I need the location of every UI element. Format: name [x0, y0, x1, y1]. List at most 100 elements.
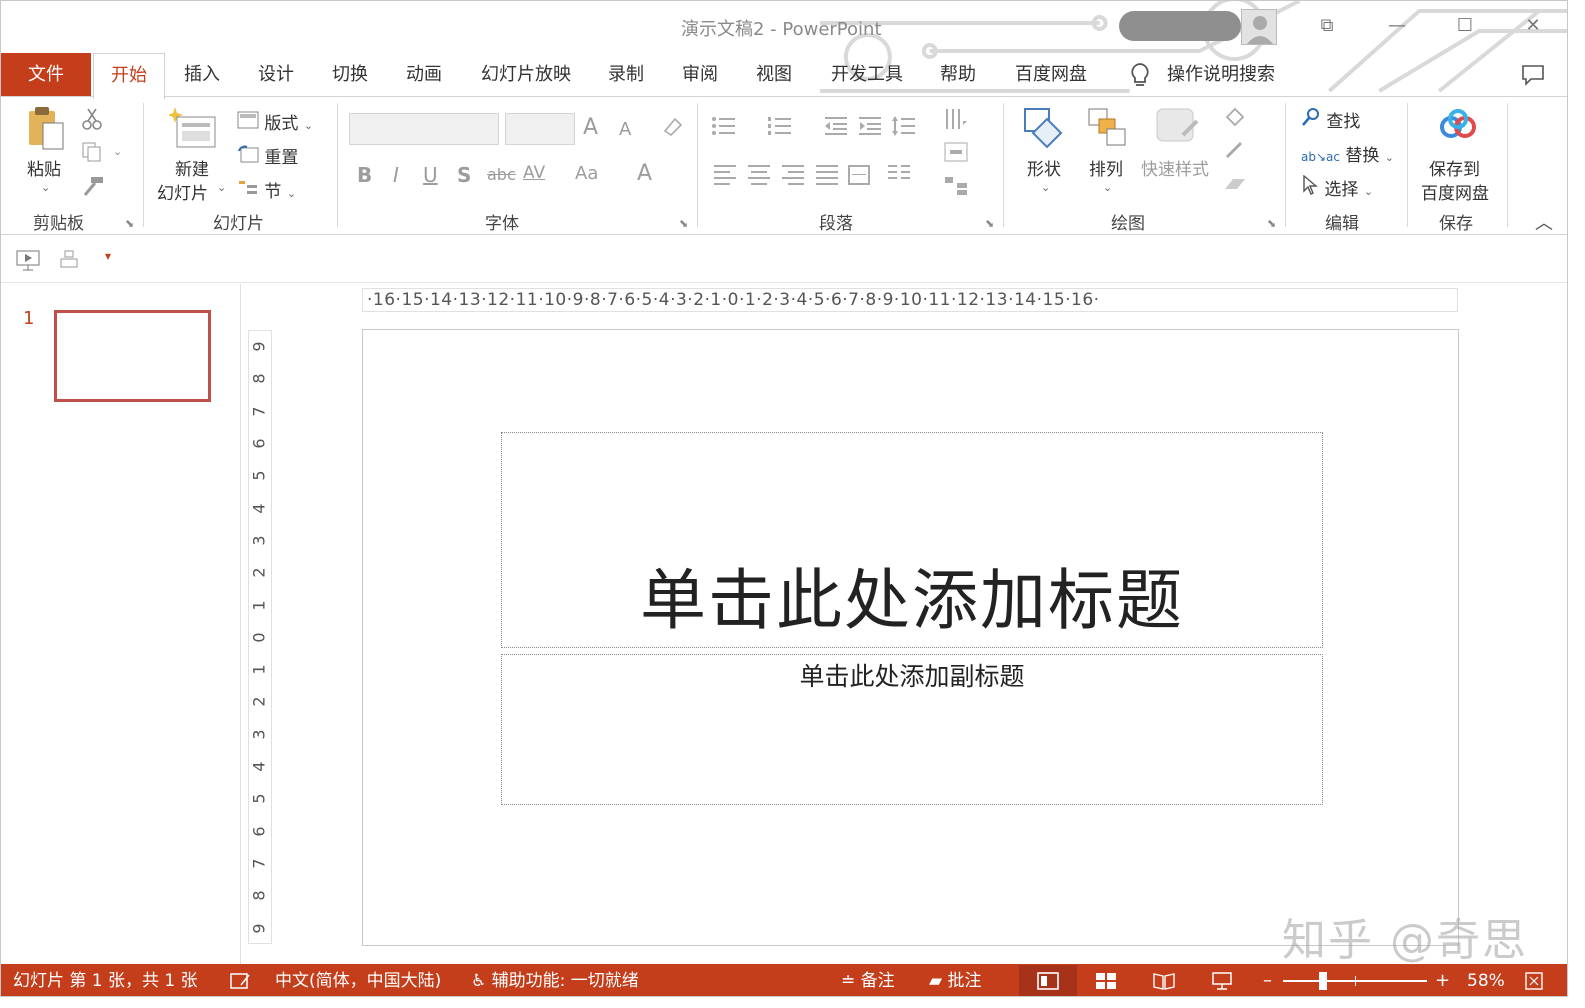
bullets-icon[interactable] — [711, 115, 737, 142]
paragraph-dialog-launcher-icon[interactable]: ⬊ — [985, 217, 994, 230]
collapse-ribbon-chevron-icon[interactable]: ︿ — [1535, 209, 1553, 235]
copy-icon[interactable] — [81, 141, 103, 168]
tab-design[interactable]: 设计 — [247, 53, 305, 97]
spell-check-icon[interactable] — [229, 964, 251, 996]
arrange-label[interactable]: 排列 — [1089, 155, 1123, 180]
shapes-label[interactable]: 形状 — [1027, 155, 1061, 180]
slide-sorter-view-button[interactable] — [1077, 965, 1135, 996]
tab-record[interactable]: 录制 — [597, 53, 655, 97]
slide-thumbnail[interactable] — [54, 310, 211, 402]
close-button[interactable]: ✕ — [1513, 11, 1553, 41]
font-color-button[interactable]: A — [637, 161, 652, 186]
normal-view-button[interactable] — [1019, 965, 1077, 996]
align-left-icon[interactable] — [713, 163, 737, 190]
find-button[interactable]: 查找 — [1301, 107, 1360, 132]
text-shadow-button[interactable]: S — [457, 163, 471, 187]
comments-button[interactable]: ▰ 批注 — [929, 964, 981, 996]
account-name-redacted[interactable] — [1119, 11, 1241, 41]
cut-icon[interactable] — [81, 107, 103, 136]
shape-outline-icon[interactable] — [1223, 141, 1247, 166]
tab-view[interactable]: 视图 — [745, 53, 803, 97]
ribbon-display-options-button[interactable]: ⧉ — [1307, 11, 1347, 41]
grow-font-icon[interactable]: A — [583, 115, 598, 140]
tab-slideshow[interactable]: 幻灯片放映 — [473, 53, 579, 97]
tab-file[interactable]: 文件 — [1, 53, 91, 97]
tab-baidu-netdisk[interactable]: 百度网盘 — [1005, 53, 1097, 97]
language-indicator[interactable]: 中文(简体，中国大陆) — [275, 964, 441, 996]
text-direction-icon[interactable] — [943, 107, 969, 138]
font-name-combobox[interactable] — [349, 113, 499, 145]
distributed-icon[interactable] — [847, 163, 871, 190]
touch-mode-icon[interactable] — [59, 249, 79, 276]
change-case-button[interactable]: Aa — [575, 163, 598, 184]
align-text-icon[interactable] — [943, 141, 969, 168]
justify-icon[interactable] — [815, 163, 839, 190]
font-size-combobox[interactable] — [505, 113, 575, 145]
underline-button[interactable]: U — [423, 163, 438, 187]
layout-button[interactable]: 版式 ⌄ — [237, 109, 313, 134]
increase-indent-icon[interactable] — [857, 115, 883, 142]
from-beginning-icon[interactable] — [15, 249, 41, 276]
shape-effects-icon[interactable] — [1223, 175, 1247, 200]
reading-view-button[interactable] — [1135, 965, 1193, 996]
zoom-out-button[interactable]: – — [1263, 964, 1272, 996]
quick-styles-icon[interactable] — [1153, 105, 1201, 154]
zoom-slider[interactable] — [1283, 964, 1427, 996]
tab-home[interactable]: 开始 — [93, 53, 165, 99]
copy-dropdown-chevron-icon[interactable]: ⌄ — [113, 145, 122, 158]
shapes-chevron-icon[interactable]: ⌄ — [1041, 181, 1050, 194]
reset-button[interactable]: 重置 — [237, 143, 298, 168]
section-button[interactable]: 节 ⌄ — [237, 177, 296, 202]
strikethrough-button[interactable]: abc — [487, 165, 516, 184]
italic-button[interactable]: I — [393, 163, 399, 187]
comments-icon[interactable] — [1513, 53, 1553, 97]
paste-dropdown-chevron-icon[interactable]: ⌄ — [41, 181, 50, 194]
columns-icon[interactable] — [887, 163, 911, 190]
save-to-baidu-label-2[interactable]: 百度网盘 — [1421, 179, 1489, 204]
new-slide-chevron-icon[interactable]: ⌄ — [217, 181, 226, 194]
clipboard-dialog-launcher-icon[interactable]: ⬊ — [125, 217, 134, 230]
fit-slide-icon[interactable] — [1525, 964, 1543, 996]
select-button[interactable]: 选择 ⌄ — [1301, 174, 1373, 200]
zoom-slider-thumb[interactable] — [1319, 972, 1327, 990]
tab-review[interactable]: 审阅 — [671, 53, 729, 97]
arrange-chevron-icon[interactable]: ⌄ — [1103, 181, 1112, 194]
line-spacing-icon[interactable] — [891, 115, 917, 142]
title-placeholder[interactable]: 单击此处添加标题 — [501, 432, 1323, 648]
subtitle-placeholder[interactable]: 单击此处添加副标题 — [501, 654, 1323, 805]
tab-animations[interactable]: 动画 — [395, 53, 453, 97]
replace-button[interactable]: ab↘ac 替换 ⌄ — [1301, 141, 1394, 166]
tab-developer[interactable]: 开发工具 — [823, 53, 911, 97]
decrease-indent-icon[interactable] — [823, 115, 849, 142]
tab-insert[interactable]: 插入 — [173, 53, 231, 97]
arrange-icon[interactable] — [1085, 105, 1129, 154]
shrink-font-icon[interactable]: A — [619, 119, 631, 140]
tell-me-search[interactable]: 操作说明搜索 — [1161, 53, 1281, 97]
accessibility-button[interactable]: ♿ 辅助功能: 一切就绪 — [471, 964, 639, 996]
zoom-in-button[interactable]: + — [1435, 964, 1450, 996]
zoom-level[interactable]: 58% — [1467, 964, 1505, 996]
clear-formatting-icon[interactable] — [661, 115, 683, 142]
quick-styles-label[interactable]: 快速样式 — [1141, 155, 1209, 180]
baidu-netdisk-icon[interactable] — [1437, 109, 1479, 150]
shape-fill-icon[interactable] — [1223, 107, 1247, 132]
slide-canvas[interactable]: 单击此处添加标题 单击此处添加副标题 — [362, 329, 1459, 946]
new-slide-label-1[interactable]: 新建 — [175, 155, 209, 180]
align-right-icon[interactable] — [781, 163, 805, 190]
smartart-icon[interactable] — [943, 175, 969, 202]
paste-icon[interactable] — [25, 105, 67, 158]
slideshow-view-button[interactable] — [1193, 965, 1251, 996]
notes-button[interactable]: ≐ 备注 — [841, 964, 895, 996]
drawing-dialog-launcher-icon[interactable]: ⬊ — [1267, 217, 1276, 230]
save-to-baidu-label-1[interactable]: 保存到 — [1429, 155, 1480, 180]
tab-transitions[interactable]: 切换 — [321, 53, 379, 97]
character-spacing-button[interactable]: AV — [523, 163, 545, 183]
format-painter-icon[interactable] — [81, 175, 105, 202]
align-center-icon[interactable] — [747, 163, 771, 190]
font-dialog-launcher-icon[interactable]: ⬊ — [679, 217, 688, 230]
customize-qat-chevron-icon[interactable]: ▾ — [105, 249, 111, 263]
bold-button[interactable]: B — [357, 163, 372, 187]
new-slide-label-2[interactable]: 幻灯片 — [157, 179, 208, 204]
minimize-button[interactable]: — — [1377, 11, 1417, 41]
paste-button-label[interactable]: 粘贴 — [27, 155, 61, 180]
